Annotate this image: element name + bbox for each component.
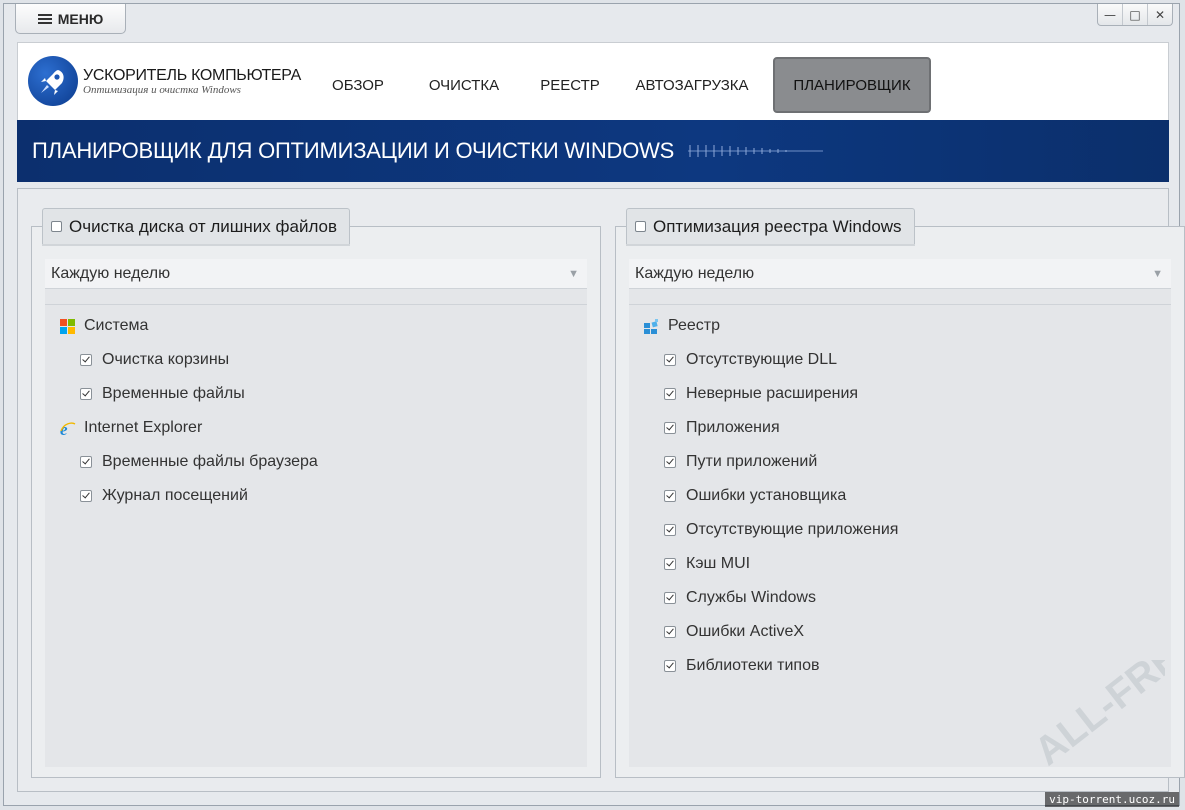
item-checkbox[interactable] [664, 388, 676, 400]
tab-cleanup[interactable]: ОЧИСТКА [418, 57, 510, 113]
item-label: Приложения [686, 419, 780, 436]
panel-title: Очистка диска от лишних файлов [69, 216, 338, 236]
dropdown-arrow-icon: ▼ [568, 267, 579, 280]
item-label: Очистка корзины [102, 351, 230, 368]
group-label: Реестр [668, 317, 720, 334]
app-header: УСКОРИТЕЛЬ КОМПЬЮТЕРА Оптимизация и очис… [17, 42, 1169, 120]
item-checkbox[interactable] [80, 388, 92, 400]
hamburger-icon [37, 13, 52, 24]
list-item[interactable]: Временные файлы браузера [45, 445, 587, 479]
registry-optimization-checkbox[interactable] [635, 221, 646, 232]
watermark-logo: ALL-FREE LOAD [1015, 541, 1185, 775]
registry-optimization-toggle[interactable]: Оптимизация реестра Windows [626, 208, 915, 244]
menu-label: МЕНЮ [57, 10, 104, 27]
group-label: Система [84, 317, 149, 334]
schedule-select[interactable]: Каждую неделю ▼ [45, 259, 587, 289]
item-checkbox[interactable] [664, 592, 676, 604]
watermark-text: ALL-FREE LOAD [1026, 660, 1165, 770]
rocket-icon [28, 56, 78, 106]
schedule-value: Каждую неделю [635, 264, 755, 282]
item-label: Временные файлы браузера [102, 453, 318, 470]
registry-icon [643, 318, 660, 335]
item-label: Журнал посещений [102, 487, 248, 504]
internet-explorer-icon: e [59, 420, 76, 437]
item-checkbox[interactable] [664, 354, 676, 366]
window-controls: — □ ✕ [1097, 4, 1173, 26]
group-system: Система [45, 309, 587, 343]
list-item[interactable]: Службы Windows [629, 581, 1171, 615]
item-checkbox[interactable] [664, 626, 676, 638]
item-label: Кэш MUI [686, 555, 751, 572]
group-label: Internet Explorer [84, 419, 203, 436]
source-url: vip-torrent.ucoz.ru [1045, 792, 1179, 807]
item-label: Временные файлы [102, 385, 245, 402]
list-item[interactable]: Журнал посещений [45, 479, 587, 513]
svg-text:e: e [60, 420, 68, 437]
app-window: МЕНЮ — □ ✕ УСКОРИТЕЛЬ КОМПЬЮТЕРА Оптимиз… [3, 3, 1185, 806]
list-item[interactable]: Приложения [629, 411, 1171, 445]
windows-logo-icon [59, 318, 76, 335]
disk-cleanup-toggle[interactable]: Очистка диска от лишних файлов [42, 208, 351, 244]
item-checkbox[interactable] [664, 422, 676, 434]
list-item[interactable]: Пути приложений [629, 445, 1171, 479]
list-item[interactable]: Ошибки ActiveX [629, 615, 1171, 649]
logo-title: УСКОРИТЕЛЬ КОМПЬЮТЕРА [83, 66, 301, 84]
item-checkbox[interactable] [80, 456, 92, 468]
item-label: Пути приложений [686, 453, 818, 470]
registry-tree: Реестр Отсутствующие DLL Неверные расшир… [629, 309, 1171, 683]
page-title-banner: ПЛАНИРОВЩИК ДЛЯ ОПТИМИЗАЦИИ И ОЧИСТКИ WI… [17, 120, 1169, 182]
tab-overview[interactable]: ОБЗОР [310, 57, 406, 113]
list-item[interactable]: Неверные расширения [629, 377, 1171, 411]
list-item[interactable]: Отсутствующие приложения [629, 513, 1171, 547]
item-label: Библиотеки типов [686, 657, 820, 674]
close-button[interactable]: ✕ [1148, 4, 1172, 25]
scheduler-content: Очистка диска от лишних файлов Каждую не… [17, 188, 1185, 792]
divider [629, 304, 1171, 305]
page-title: ПЛАНИРОВЩИК ДЛЯ ОПТИМИЗАЦИИ И ОЧИСТКИ WI… [32, 138, 675, 163]
tab-startup[interactable]: АВТОЗАГРУЗКА [626, 57, 758, 113]
list-item[interactable]: Ошибки установщика [629, 479, 1171, 513]
schedule-value: Каждую неделю [51, 264, 171, 282]
app-logo: УСКОРИТЕЛЬ КОМПЬЮТЕРА Оптимизация и очис… [28, 56, 301, 106]
divider [45, 304, 587, 305]
tab-scheduler[interactable]: ПЛАНИРОВЩИК [773, 57, 931, 113]
dropdown-arrow-icon: ▼ [1152, 267, 1163, 280]
schedule-select[interactable]: Каждую неделю ▼ [629, 259, 1171, 289]
panel-body: Каждую неделю ▼ [45, 259, 587, 767]
item-checkbox[interactable] [664, 524, 676, 536]
item-checkbox[interactable] [80, 354, 92, 366]
item-checkbox[interactable] [80, 490, 92, 502]
item-checkbox[interactable] [664, 456, 676, 468]
item-checkbox[interactable] [664, 660, 676, 672]
item-label: Службы Windows [686, 589, 816, 606]
list-item[interactable]: Временные файлы [45, 377, 587, 411]
item-checkbox[interactable] [664, 558, 676, 570]
item-label: Ошибки установщика [686, 487, 847, 504]
cleanup-tree: Система Очистка корзины Временные файлы [45, 309, 587, 513]
group-internet-explorer: e Internet Explorer [45, 411, 587, 445]
group-registry: Реестр [629, 309, 1171, 343]
list-item[interactable]: Отсутствующие DLL [629, 343, 1171, 377]
item-checkbox[interactable] [664, 490, 676, 502]
disk-cleanup-panel: Очистка диска от лишних файлов Каждую не… [31, 208, 601, 778]
item-label: Неверные расширения [686, 385, 859, 402]
item-label: Отсутствующие DLL [686, 351, 838, 368]
logo-subtitle: Оптимизация и очистка Windows [83, 83, 241, 96]
list-item[interactable]: Кэш MUI [629, 547, 1171, 581]
tab-registry[interactable]: РЕЕСТР [532, 57, 608, 113]
panel-title: Оптимизация реестра Windows [653, 216, 902, 236]
item-label: Отсутствующие приложения [686, 521, 899, 538]
menu-button[interactable]: МЕНЮ [15, 4, 126, 34]
list-item[interactable]: Очистка корзины [45, 343, 587, 377]
disk-cleanup-checkbox[interactable] [51, 221, 62, 232]
item-label: Ошибки ActiveX [686, 623, 805, 640]
maximize-button[interactable]: □ [1123, 4, 1148, 25]
banner-decoration [688, 145, 824, 157]
minimize-button[interactable]: — [1098, 4, 1123, 25]
